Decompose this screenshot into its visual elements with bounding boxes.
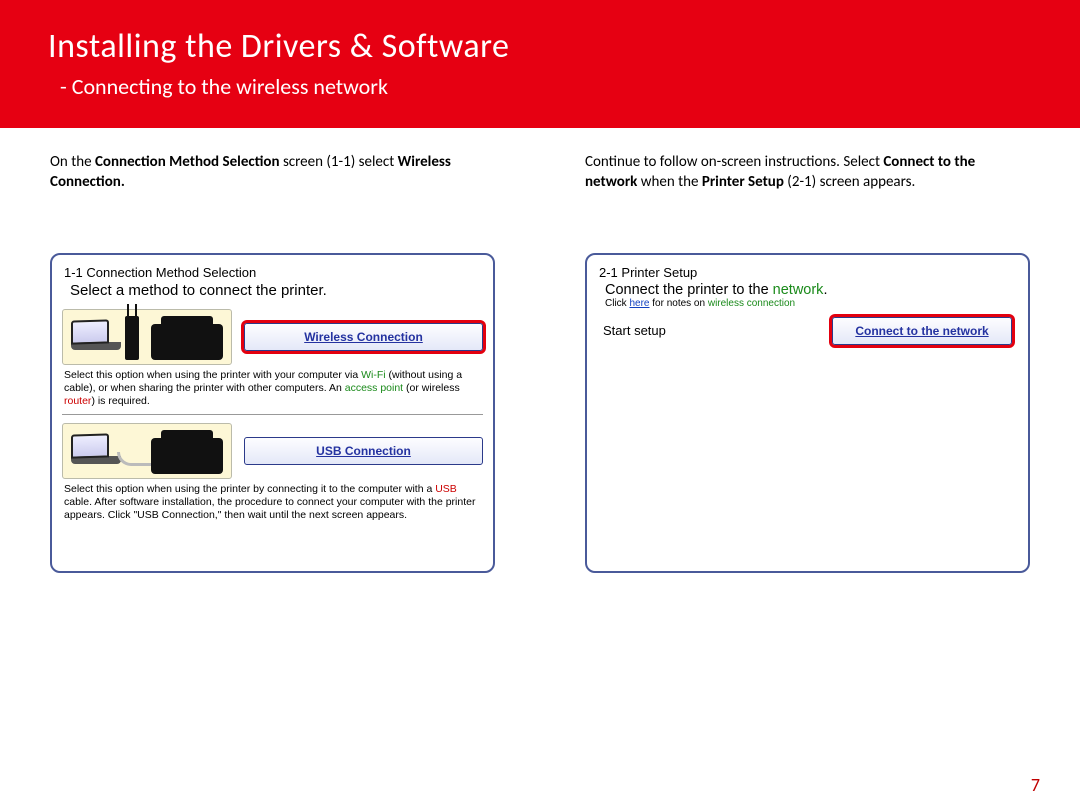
network-word: network bbox=[773, 282, 824, 298]
router-icon bbox=[125, 316, 139, 360]
wireless-connection-word: wireless connection bbox=[708, 298, 795, 309]
wifi-word: Wi-Fi bbox=[361, 369, 386, 381]
printer-setup-dialog: 2-1 Printer Setup Connect the printer to… bbox=[585, 253, 1030, 573]
connect-to-network-button[interactable]: Connect to the network bbox=[832, 317, 1012, 345]
text: when the bbox=[637, 173, 702, 191]
laptop-icon bbox=[71, 434, 121, 470]
dialog-subtitle: Connect the printer to the network. bbox=[597, 282, 1018, 298]
text: (or wireless bbox=[403, 382, 460, 394]
button-label: USB Connection bbox=[316, 444, 411, 458]
dialog-subtitle: Select a method to connect the printer. bbox=[62, 282, 483, 299]
wireless-connection-button[interactable]: Wireless Connection bbox=[244, 323, 483, 351]
text-bold: Printer Setup bbox=[702, 173, 784, 191]
usb-option-row: USB Connection bbox=[62, 419, 483, 481]
text: Click bbox=[605, 298, 629, 309]
right-column: Continue to follow on-screen instruction… bbox=[585, 152, 1030, 573]
usb-description: Select this option when using the printe… bbox=[62, 481, 483, 528]
text: On the bbox=[50, 153, 95, 171]
button-label: Connect to the network bbox=[855, 324, 988, 338]
text: (2-1) screen appears. bbox=[784, 173, 915, 191]
text: Select this option when using the printe… bbox=[64, 483, 435, 495]
text: Continue to follow on-screen instruction… bbox=[585, 153, 883, 171]
text: for notes on bbox=[649, 298, 707, 309]
usb-word: USB bbox=[435, 483, 457, 495]
dialog-step-label: 1-1 Connection Method Selection bbox=[62, 265, 483, 280]
page-number: 7 bbox=[1031, 774, 1040, 796]
wireless-description: Select this option when using the printe… bbox=[62, 367, 483, 415]
here-link[interactable]: here bbox=[629, 298, 649, 309]
access-point-word: access point bbox=[345, 382, 403, 394]
dialog-step-label: 2-1 Printer Setup bbox=[597, 265, 1018, 280]
connection-method-dialog: 1-1 Connection Method Selection Select a… bbox=[50, 253, 495, 573]
text: cable. After software installation, the … bbox=[64, 496, 475, 521]
left-intro: On the Connection Method Selection scree… bbox=[50, 152, 495, 193]
button-label: Wireless Connection bbox=[304, 330, 423, 344]
router-word: router bbox=[64, 395, 91, 407]
text: . bbox=[823, 282, 827, 298]
printer-icon bbox=[151, 438, 223, 474]
wireless-illustration bbox=[62, 309, 232, 365]
slide-title: Installing the Drivers & Software bbox=[48, 26, 1032, 67]
usb-illustration bbox=[62, 423, 232, 479]
left-column: On the Connection Method Selection scree… bbox=[50, 152, 495, 573]
notes-line: Click here for notes on wireless connect… bbox=[597, 298, 1018, 309]
slide-header: Installing the Drivers & Software - Conn… bbox=[0, 0, 1080, 128]
slide-subtitle: - Connecting to the wireless network bbox=[48, 73, 1032, 100]
right-intro: Continue to follow on-screen instruction… bbox=[585, 152, 1030, 193]
text-bold: Connection Method Selection bbox=[95, 153, 280, 171]
start-setup-row: Start setup Connect to the network bbox=[597, 317, 1018, 345]
usb-connection-button[interactable]: USB Connection bbox=[244, 437, 483, 465]
text: Connect the printer to the bbox=[605, 282, 773, 298]
slide-content: On the Connection Method Selection scree… bbox=[0, 128, 1080, 573]
start-setup-label: Start setup bbox=[603, 323, 666, 338]
printer-icon bbox=[151, 324, 223, 360]
text: Select this option when using the printe… bbox=[64, 369, 361, 381]
text: screen (1-1) select bbox=[280, 153, 398, 171]
wireless-option-row: Wireless Connection bbox=[62, 305, 483, 367]
text: ) is required. bbox=[91, 395, 149, 407]
laptop-icon bbox=[71, 320, 121, 356]
